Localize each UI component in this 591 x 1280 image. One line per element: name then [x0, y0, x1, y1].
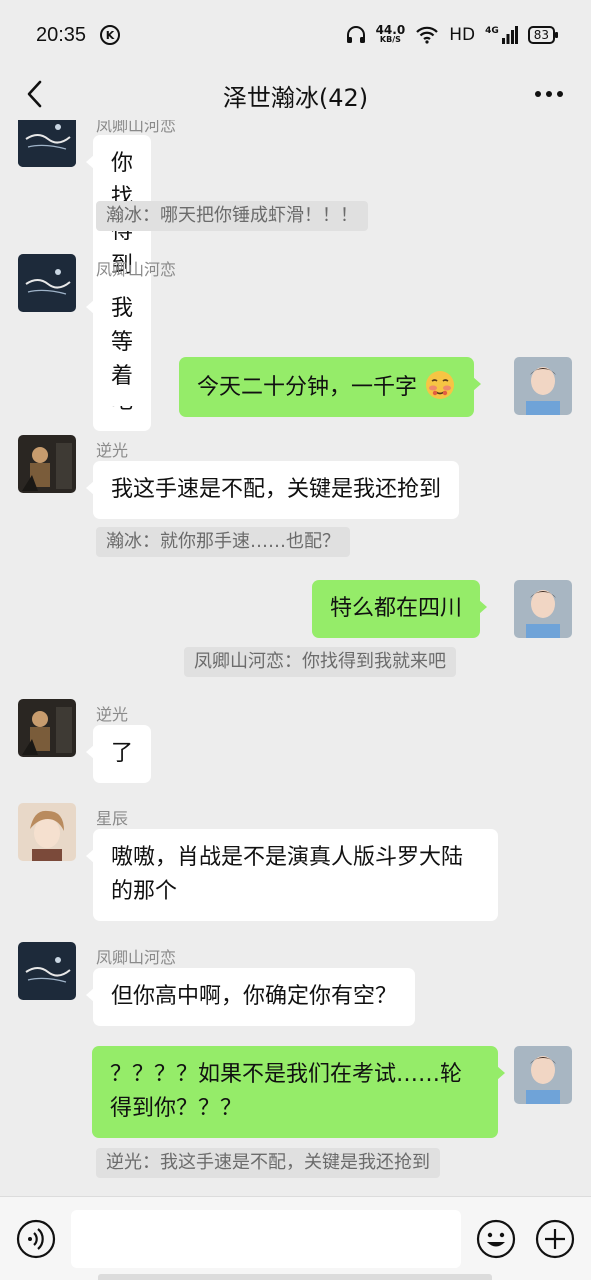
quoted-reply[interactable]: 瀚冰：就你那手速……也配？ [96, 527, 350, 557]
avatar[interactable] [18, 254, 76, 312]
self-avatar[interactable] [514, 580, 572, 638]
message-bubble[interactable]: 我这手速是不配，关键是我还抢到 [85, 461, 460, 519]
voice-button[interactable] [16, 1219, 56, 1259]
status-bar: 20:35 K 44.0 KB/S HD 4G 83 [0, 0, 591, 70]
signal-label: 4G [485, 26, 499, 36]
plus-button[interactable] [535, 1219, 575, 1259]
sender-name: 凤卿山河恋 [96, 120, 177, 135]
quoted-reply[interactable]: 瀚冰：哪天把你锤成虾滑！！！ [96, 201, 368, 231]
emoji-button[interactable] [476, 1219, 516, 1259]
message-text: 今天二十分钟，一千字 [197, 375, 418, 400]
message-bubble[interactable]: 特么都在四川 [312, 580, 488, 638]
status-time: 20:35 [36, 23, 87, 46]
avatar-portrait-image [514, 1046, 572, 1104]
message-bubble[interactable]: 今天二十分钟，一千字 [179, 357, 482, 417]
avatar[interactable] [18, 120, 76, 167]
net-speed-value: 44.0 [375, 23, 406, 37]
carrier-badge-icon: K [100, 25, 121, 45]
signal-bars-icon [501, 26, 518, 44]
quoted-reply[interactable]: 凤卿山河恋：你找得到我就来吧 [184, 647, 456, 677]
sender-name: 凤卿山河恋 [96, 948, 177, 967]
self-avatar[interactable] [514, 357, 572, 415]
avatar-calligraphy-image [18, 254, 76, 312]
message-bubble[interactable]: 嗷嗷，肖战是不是演真人版斗罗大陆的那个 [86, 829, 498, 921]
chat-header: 泽世瀚冰(42) [0, 70, 591, 120]
sender-name: 凤卿山河恋 [96, 260, 177, 279]
input-bar [0, 1196, 591, 1280]
avatar-calligraphy-image [18, 942, 76, 1000]
avatar-dark-figure-image [18, 435, 76, 493]
sender-name: 逆光 [96, 705, 129, 724]
chevron-left-icon [27, 80, 42, 108]
home-indicator [98, 1274, 492, 1280]
status-icons: 44.0 KB/S HD 4G 83 [346, 23, 559, 45]
message-bubble[interactable]: 我等着 [85, 280, 152, 406]
self-avatar[interactable] [514, 1046, 572, 1104]
headphones-icon [346, 26, 365, 43]
sender-name: 逆光 [96, 441, 129, 460]
blush-emoji-icon [426, 371, 455, 399]
message-bubble[interactable]: 了 [85, 725, 152, 783]
avatar-anime-image [18, 803, 76, 861]
emoji-icon [476, 1219, 516, 1259]
wifi-icon [416, 26, 438, 44]
quoted-reply[interactable]: 逆光：我这手速是不配，关键是我还抢到 [96, 1148, 440, 1178]
more-dots-icon [535, 91, 563, 97]
voice-icon [16, 1219, 56, 1259]
message-bubble[interactable]: 但你高中啊，你确定你有空？ [85, 968, 416, 1026]
avatar-calligraphy-image [18, 120, 76, 167]
message-list[interactable]: 凤卿山河恋 你找得到我就来吧 瀚冰：哪天把你锤成虾滑！！！ 凤卿山河恋 我等着 [0, 120, 591, 1196]
plus-icon [535, 1219, 575, 1259]
message-input[interactable] [71, 1210, 461, 1268]
chat-title[interactable]: 泽世瀚冰(42) [223, 78, 368, 113]
message-bubble[interactable]: ？？？？如果不是我们在考试……轮得到你？？？ [92, 1046, 505, 1138]
avatar[interactable] [18, 435, 76, 493]
net-speed: 44.0 KB/S [375, 23, 406, 45]
back-button[interactable] [18, 76, 50, 112]
battery-indicator: 83 [527, 26, 559, 44]
sender-name: 星辰 [96, 809, 129, 828]
net-speed-unit: KB/S [379, 35, 401, 44]
avatar-dark-figure-image [18, 699, 76, 757]
avatar[interactable] [18, 942, 76, 1000]
avatar-portrait-image [514, 357, 572, 415]
avatar[interactable] [18, 803, 76, 861]
hd-label: HD [449, 25, 476, 45]
signal-indicator: 4G [485, 26, 518, 44]
more-button[interactable] [531, 76, 567, 112]
avatar[interactable] [18, 699, 76, 757]
avatar-portrait-image [514, 580, 572, 638]
